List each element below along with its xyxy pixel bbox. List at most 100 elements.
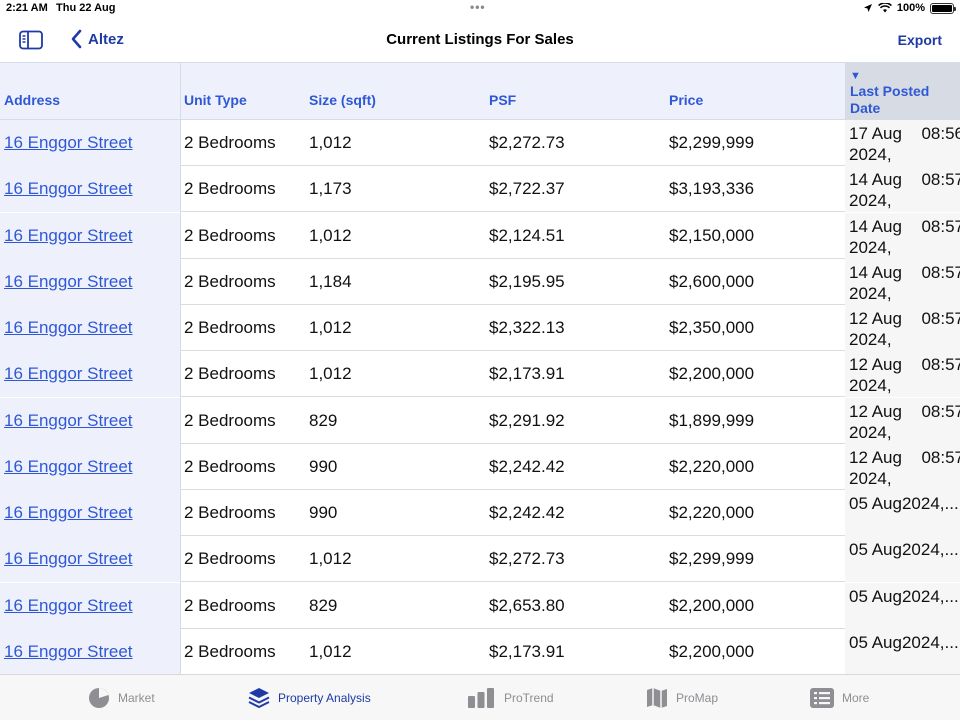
address-link[interactable]: 16 Enggor Street: [4, 213, 133, 259]
wifi-icon: [877, 3, 892, 13]
date-line-1: 14 Aug 2024,: [849, 262, 902, 303]
column-header-psf[interactable]: PSF: [489, 63, 669, 120]
price-cell: $3,193,336: [669, 179, 755, 199]
tab-promap[interactable]: ProMap: [646, 675, 718, 721]
unit-type-cell: 2 Bedrooms: [184, 410, 276, 430]
psf-cell: $2,272.73: [489, 549, 565, 569]
tab-property-analysis-label: Property Analysis: [278, 691, 371, 705]
last-posted-date-cell: 05 Aug 2024,...: [849, 536, 960, 582]
tab-protrend-label: ProTrend: [504, 691, 554, 705]
psf-cell: $2,653.80: [489, 595, 565, 615]
address-link[interactable]: 16 Enggor Street: [4, 444, 133, 490]
table-row[interactable]: 16 Enggor Street 2 Bedrooms 1,184 $2,195.95…: [0, 258, 960, 305]
date-line-2: 08:57: [921, 447, 960, 467]
date-line-2: 2024,...: [901, 540, 959, 560]
navigation-bar: Altez Current Listings For Sales Export: [0, 18, 960, 62]
tab-protrend[interactable]: ProTrend: [468, 675, 554, 721]
column-divider: [180, 62, 181, 674]
date-line-1: 14 Aug 2024,: [849, 216, 902, 257]
address-link[interactable]: 16 Enggor Street: [4, 351, 133, 397]
status-time: 2:21 AM: [6, 2, 48, 14]
price-cell: $2,220,000: [669, 456, 755, 476]
date-line-1: 17 Aug 2024,: [849, 124, 902, 164]
date-line-2: 08:57: [921, 401, 960, 421]
address-link[interactable]: 16 Enggor Street: [4, 120, 133, 166]
column-header-price[interactable]: Price: [669, 63, 845, 120]
table-row[interactable]: 16 Enggor Street 2 Bedrooms 990 $2,242.42 $2…: [0, 490, 960, 536]
psf-cell: $2,242.42: [489, 456, 565, 476]
size-cell: 1,012: [309, 364, 352, 384]
table-row[interactable]: 16 Enggor Street 2 Bedrooms 1,173 $2,722.37…: [0, 166, 960, 213]
map-icon: [647, 688, 667, 708]
column-header-last-posted-date[interactable]: ▼ Last Posted Date: [845, 63, 960, 120]
table-row[interactable]: 16 Enggor Street 2 Bedrooms 1,012 $2,173.91…: [0, 351, 960, 398]
date-line-2: 08:57: [921, 309, 960, 328]
last-posted-date-cell: 14 Aug 2024, 08:57: [849, 213, 960, 259]
psf-cell: $2,322.13: [489, 318, 565, 337]
unit-type-cell: 2 Bedrooms: [184, 503, 276, 522]
date-line-2: 08:57: [921, 216, 960, 236]
date-line-1: 05 Aug: [849, 632, 902, 652]
psf-cell: $2,272.73: [489, 133, 565, 152]
status-right: 100%: [863, 2, 956, 14]
address-link[interactable]: 16 Enggor Street: [4, 536, 133, 582]
date-line-1: 12 Aug 2024,: [849, 355, 902, 396]
last-posted-date-cell: 05 Aug 2024,...: [849, 490, 960, 536]
column-header-address[interactable]: Address: [4, 63, 180, 120]
size-cell: 990: [309, 503, 338, 522]
unit-type-cell: 2 Bedrooms: [184, 549, 276, 569]
psf-cell: $2,173.91: [489, 364, 565, 384]
tab-more[interactable]: More: [810, 675, 869, 721]
address-link[interactable]: 16 Enggor Street: [4, 583, 133, 629]
address-link[interactable]: 16 Enggor Street: [4, 490, 133, 536]
address-link[interactable]: 16 Enggor Street: [4, 305, 133, 351]
multitasking-dots-icon[interactable]: •••: [470, 0, 486, 14]
address-link[interactable]: 16 Enggor Street: [4, 629, 133, 674]
last-posted-date-cell: 12 Aug 2024, 08:57: [849, 305, 960, 351]
table-row[interactable]: 16 Enggor Street 2 Bedrooms 990 $2,242.42 $2…: [0, 443, 960, 490]
table-row[interactable]: 16 Enggor Street 2 Bedrooms 1,012 $2,173.91…: [0, 628, 960, 674]
table-row[interactable]: 16 Enggor Street 2 Bedrooms 829 $2,653.80 $2…: [0, 582, 960, 629]
column-header-unit-type[interactable]: Unit Type: [184, 63, 308, 120]
pie-chart-icon: [89, 688, 109, 708]
listings-table: Address Unit Type Size (sqft) PSF Price …: [0, 62, 960, 674]
unit-type-cell: 2 Bedrooms: [184, 595, 276, 615]
address-link[interactable]: 16 Enggor Street: [4, 398, 133, 444]
column-header-size[interactable]: Size (sqft): [309, 63, 489, 120]
date-line-1: 05 Aug: [849, 586, 902, 606]
chevron-left-icon: [71, 29, 82, 49]
size-cell: 1,173: [309, 179, 352, 199]
table-row[interactable]: 16 Enggor Street 2 Bedrooms 1,012 $2,322.13…: [0, 305, 960, 351]
price-cell: $2,220,000: [669, 503, 755, 522]
price-cell: $2,150,000: [669, 225, 755, 245]
back-button[interactable]: Altez: [70, 29, 124, 49]
date-line-2: 08:57: [921, 170, 960, 190]
date-line-1: 12 Aug 2024,: [849, 401, 902, 442]
date-line-2: 2024,...: [901, 586, 959, 606]
status-bar: 2:21 AM Thu 22 Aug ••• 100%: [0, 0, 960, 18]
tab-property-analysis[interactable]: Property Analysis: [248, 675, 371, 721]
bar-chart-icon: [468, 688, 494, 708]
unit-type-cell: 2 Bedrooms: [184, 179, 276, 199]
last-posted-date-cell: 14 Aug 2024, 08:57: [849, 166, 960, 212]
last-posted-date-cell: 17 Aug 2024, 08:56: [849, 120, 960, 166]
psf-cell: $2,722.37: [489, 179, 565, 199]
export-button[interactable]: Export: [898, 32, 942, 48]
battery-icon: [930, 2, 956, 14]
size-cell: 1,012: [309, 133, 352, 152]
psf-cell: $2,242.42: [489, 503, 565, 522]
tab-market[interactable]: Market: [88, 675, 155, 721]
unit-type-cell: 2 Bedrooms: [184, 318, 276, 337]
address-link[interactable]: 16 Enggor Street: [4, 166, 133, 212]
page-title: Current Listings For Sales: [386, 31, 574, 48]
table-row[interactable]: 16 Enggor Street 2 Bedrooms 1,012 $2,124.51…: [0, 212, 960, 259]
unit-type-cell: 2 Bedrooms: [184, 225, 276, 245]
tab-more-label: More: [842, 691, 870, 705]
table-row[interactable]: 16 Enggor Street 2 Bedrooms 1,012 $2,272.73…: [0, 536, 960, 583]
table-row[interactable]: 16 Enggor Street 2 Bedrooms 1,012 $2,272.73…: [0, 120, 960, 166]
battery-percent: 100%: [896, 2, 925, 14]
unit-type-cell: 2 Bedrooms: [184, 641, 276, 661]
table-row[interactable]: 16 Enggor Street 2 Bedrooms 829 $2,291.92 $1…: [0, 397, 960, 444]
address-link[interactable]: 16 Enggor Street: [4, 259, 133, 305]
sidebar-toggle-icon[interactable]: [19, 30, 43, 50]
